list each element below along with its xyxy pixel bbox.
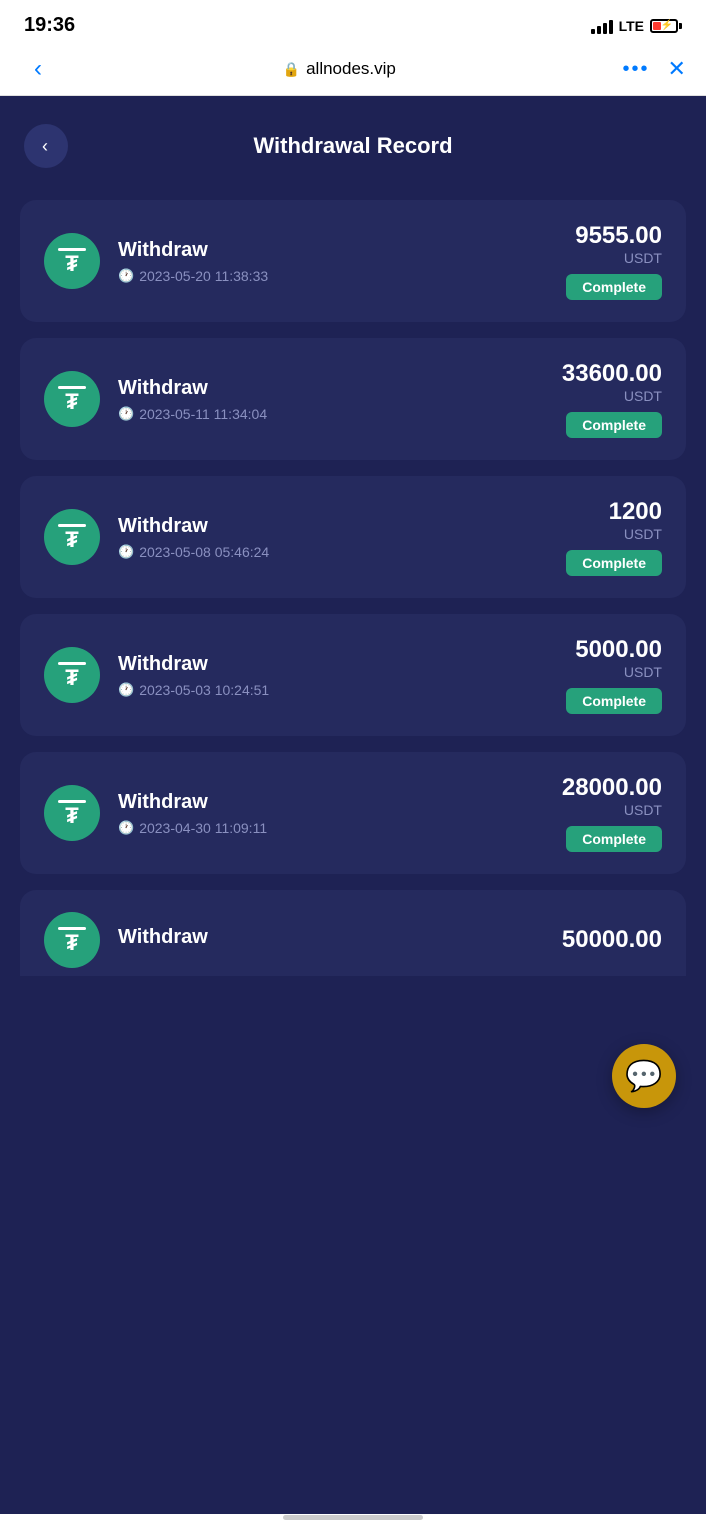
transaction-list: ₮ Withdraw 🕐 2023-05-20 11:38:33 9555.00…: [0, 200, 706, 874]
transaction-currency: USDT: [566, 526, 662, 542]
clock-icon: 🕐: [118, 820, 134, 836]
transaction-currency: USDT: [562, 802, 662, 818]
browser-close-button[interactable]: ✕: [668, 56, 686, 82]
clock-icon: 🕐: [118, 268, 134, 284]
status-time: 19:36: [24, 14, 75, 37]
back-arrow-icon: ‹: [42, 136, 48, 157]
transaction-amount: 33600.00: [562, 360, 662, 388]
browser-more-button[interactable]: •••: [623, 58, 650, 81]
battery-icon: ⚡: [650, 19, 682, 33]
transaction-type: Withdraw: [118, 377, 267, 400]
status-badge: Complete: [566, 274, 662, 300]
transaction-card: ₮ Withdraw 🕐 2023-05-11 11:34:04 33600.0…: [20, 338, 686, 460]
status-badge: Complete: [566, 826, 662, 852]
browser-bar: ‹ 🔒 allnodes.vip ••• ✕: [0, 45, 706, 96]
clock-icon: 🕐: [118, 406, 134, 422]
transaction-date: 🕐 2023-04-30 11:09:11: [118, 820, 267, 836]
status-bar: 19:36 LTE ⚡: [0, 0, 706, 45]
transaction-currency: USDT: [566, 250, 662, 266]
transaction-card: ₮ Withdraw 🕐 2023-04-30 11:09:11 28000.0…: [20, 752, 686, 874]
status-badge: Complete: [566, 688, 662, 714]
browser-back-button[interactable]: ‹: [20, 55, 56, 83]
transaction-amount: 28000.00: [562, 774, 662, 802]
transaction-amount: 1200: [566, 498, 662, 526]
transaction-amount: 5000.00: [566, 636, 662, 664]
home-indicator: [283, 1515, 423, 1520]
chat-fab-button[interactable]: 💬: [612, 1044, 676, 1108]
transaction-currency: USDT: [562, 388, 662, 404]
tether-icon: ₮: [44, 233, 100, 289]
chat-icon: 💬: [625, 1059, 662, 1094]
transaction-type: Withdraw: [118, 791, 267, 814]
transaction-amount: 9555.00: [566, 222, 662, 250]
browser-actions: ••• ✕: [623, 56, 686, 82]
tether-icon: ₮: [44, 509, 100, 565]
back-button[interactable]: ‹: [24, 124, 68, 168]
transaction-type: Withdraw: [118, 239, 268, 262]
clock-icon: 🕐: [118, 544, 134, 560]
status-badge: Complete: [566, 412, 662, 438]
main-content: ‹ Withdrawal Record ₮ Withdraw 🕐 2023-05…: [0, 96, 706, 1514]
transaction-date: 🕐 2023-05-03 10:24:51: [118, 682, 269, 698]
browser-url: 🔒 allnodes.vip: [283, 59, 396, 79]
transaction-type: Withdraw: [118, 926, 208, 949]
tether-icon: ₮: [44, 785, 100, 841]
transaction-date: 🕐 2023-05-20 11:38:33: [118, 268, 268, 284]
lte-label: LTE: [619, 18, 644, 34]
transaction-card: ₮ Withdraw 🕐 2023-05-03 10:24:51 5000.00…: [20, 614, 686, 736]
tether-icon: ₮: [44, 371, 100, 427]
tether-icon: ₮: [44, 647, 100, 703]
lock-icon: 🔒: [283, 61, 300, 78]
page-header: ‹ Withdrawal Record: [0, 96, 706, 200]
transaction-currency: USDT: [566, 664, 662, 680]
status-badge: Complete: [566, 550, 662, 576]
url-text: allnodes.vip: [306, 59, 396, 79]
transaction-type: Withdraw: [118, 515, 269, 538]
transaction-card-partial: ₮ Withdraw 50000.00: [20, 890, 686, 976]
transaction-card: ₮ Withdraw 🕐 2023-05-08 05:46:24 1200 US…: [20, 476, 686, 598]
transaction-date: 🕐 2023-05-11 11:34:04: [118, 406, 267, 422]
transaction-type: Withdraw: [118, 653, 269, 676]
signal-icon: [591, 18, 613, 34]
transaction-amount-partial: 50000.00: [562, 926, 662, 954]
page-title: Withdrawal Record: [68, 133, 638, 159]
clock-icon: 🕐: [118, 682, 134, 698]
tether-icon: ₮: [44, 912, 100, 968]
status-icons: LTE ⚡: [591, 18, 682, 34]
transaction-date: 🕐 2023-05-08 05:46:24: [118, 544, 269, 560]
transaction-card: ₮ Withdraw 🕐 2023-05-20 11:38:33 9555.00…: [20, 200, 686, 322]
